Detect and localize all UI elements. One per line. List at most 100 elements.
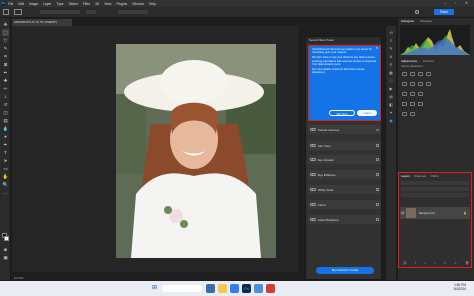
- exposure-icon[interactable]: [426, 72, 431, 76]
- brush-tool-icon[interactable]: ✏: [2, 85, 9, 92]
- menu-filter[interactable]: Filter: [83, 2, 90, 6]
- quick-mask-icon[interactable]: ◙: [2, 246, 9, 253]
- background-color-swatch[interactable]: [4, 236, 9, 241]
- tab-channels[interactable]: Channels: [414, 174, 426, 178]
- layer-filter-bar[interactable]: [401, 181, 469, 185]
- lasso-tool-icon[interactable]: ➰: [2, 37, 9, 44]
- blend-mode-select[interactable]: [401, 187, 469, 191]
- minimize-icon[interactable]: –: [444, 1, 446, 5]
- screen-mode-icon[interactable]: ▣: [2, 254, 9, 261]
- option-feather[interactable]: [86, 10, 96, 14]
- brushes-icon[interactable]: ✎: [388, 46, 394, 51]
- maximize-icon[interactable]: ▫: [455, 1, 456, 5]
- hue-saturation-icon[interactable]: [410, 82, 415, 86]
- history-brush-icon[interactable]: ↺: [2, 101, 9, 108]
- black-white-icon[interactable]: [426, 82, 431, 86]
- character-icon[interactable]: A: [388, 54, 394, 59]
- channel-mixer-icon[interactable]: [410, 92, 415, 96]
- link-layers-icon[interactable]: ⛓: [403, 261, 407, 265]
- option-fields[interactable]: [40, 10, 80, 14]
- i-agree-button[interactable]: I Agree: [357, 110, 377, 116]
- filter-toggle[interactable]: [310, 173, 316, 176]
- color-lookup-icon[interactable]: [418, 92, 423, 96]
- hand-tool-icon[interactable]: ✋: [2, 173, 9, 180]
- delete-layer-icon[interactable]: 🗑: [465, 261, 469, 265]
- close-icon[interactable]: ✕: [465, 1, 468, 5]
- document-tab[interactable]: ADH58IUPS-IS 16.7% (RGB/8*): [12, 19, 72, 26]
- layer-row[interactable]: 👁 Background 🔒: [400, 207, 470, 219]
- eraser-tool-icon[interactable]: ◫: [2, 109, 9, 116]
- fx-icon[interactable]: ƒ: [415, 261, 417, 265]
- marquee-tool-icon[interactable]: ⬚: [2, 29, 9, 36]
- posterize-icon[interactable]: [410, 102, 415, 106]
- blur-tool-icon[interactable]: 💧: [2, 125, 9, 132]
- filter-row[interactable]: Clean Backdrop: [308, 215, 381, 224]
- menu-view[interactable]: View: [104, 2, 111, 6]
- photoshop-taskbar-icon[interactable]: Ps: [242, 284, 251, 293]
- learn-icon[interactable]: ✦: [388, 110, 394, 115]
- tab-paths[interactable]: Paths: [431, 174, 438, 178]
- taskbar-search[interactable]: [162, 285, 202, 292]
- select-and-mask-button[interactable]: [118, 10, 148, 14]
- menu-3d[interactable]: 3D: [95, 2, 99, 6]
- tab-layers[interactable]: Layers: [401, 174, 410, 178]
- menu-type[interactable]: Type: [56, 2, 63, 6]
- crop-tool-icon[interactable]: ⌗: [2, 53, 9, 60]
- adjustment-layer-icon[interactable]: ◑: [434, 261, 436, 265]
- gradient-tool-icon[interactable]: ▤: [2, 117, 9, 124]
- vibrance-icon[interactable]: [402, 82, 407, 86]
- move-tool-icon[interactable]: ✥: [2, 21, 9, 28]
- menu-select[interactable]: Select: [69, 2, 78, 6]
- layer-comps-icon[interactable]: ◧: [388, 102, 394, 107]
- visibility-eye-icon[interactable]: 👁: [401, 211, 405, 215]
- properties-icon[interactable]: ≡: [388, 38, 394, 43]
- filter-row[interactable]: Eye Vessels: [308, 155, 381, 164]
- menu-image[interactable]: Image: [29, 2, 38, 6]
- levels-icon[interactable]: [410, 72, 415, 76]
- path-select-icon[interactable]: ➤: [2, 157, 9, 164]
- lock-row[interactable]: [401, 193, 469, 197]
- brightness-icon[interactable]: [402, 72, 407, 76]
- not-now-button[interactable]: Not Now: [329, 110, 355, 116]
- menu-edit[interactable]: Edit: [18, 2, 24, 6]
- info-icon[interactable]: ⓘ: [388, 78, 394, 83]
- search-icon[interactable]: [415, 10, 419, 14]
- filter-toggle[interactable]: [310, 128, 316, 131]
- shape-tool-icon[interactable]: ▭: [2, 165, 9, 172]
- tab-navigator[interactable]: Navigator: [420, 19, 432, 23]
- curves-icon[interactable]: [418, 72, 423, 76]
- group-icon[interactable]: ▭: [444, 261, 447, 265]
- tool-preset-icon[interactable]: [14, 9, 22, 15]
- filter-toggle[interactable]: [310, 203, 316, 206]
- threshold-icon[interactable]: [418, 102, 423, 106]
- quick-select-icon[interactable]: ✎: [2, 45, 9, 52]
- clock[interactable]: 1:50 PM 5/4/2024: [436, 283, 466, 291]
- invert-icon[interactable]: [402, 102, 407, 106]
- filter-toggle[interactable]: [310, 158, 316, 161]
- tab-libraries[interactable]: Libraries: [423, 59, 434, 63]
- filter-row[interactable]: White Teeth: [308, 185, 381, 194]
- menu-layer[interactable]: Layer: [43, 2, 51, 6]
- share-button[interactable]: Share: [434, 9, 454, 15]
- glyphs-icon[interactable]: @: [388, 94, 394, 99]
- task-view-icon[interactable]: [206, 284, 215, 293]
- filter-row[interactable]: Skin Tone: [308, 141, 381, 150]
- filter-row[interactable]: Portrait Volumes: [308, 125, 381, 134]
- selective-color-icon[interactable]: [410, 112, 415, 116]
- frame-tool-icon[interactable]: ⊠: [2, 61, 9, 68]
- dodge-tool-icon[interactable]: ●: [2, 133, 9, 140]
- paragraph-icon[interactable]: ¶: [388, 62, 394, 67]
- photo-filter-icon[interactable]: [402, 92, 407, 96]
- new-layer-icon[interactable]: ＋: [454, 261, 457, 265]
- gradient-map-icon[interactable]: [402, 112, 407, 116]
- pen-tool-icon[interactable]: ✒: [2, 141, 9, 148]
- menu-plugins[interactable]: Plugins: [116, 2, 127, 6]
- actions-icon[interactable]: ▶: [388, 86, 394, 91]
- app-icon[interactable]: [266, 284, 275, 293]
- tab-adjustments[interactable]: Adjustments: [401, 59, 417, 63]
- filter-toggle[interactable]: [310, 188, 316, 191]
- filter-row[interactable]: Eye Brilliance: [308, 170, 381, 179]
- home-icon[interactable]: [3, 9, 9, 15]
- menu-help[interactable]: Help: [149, 2, 156, 6]
- zoom-tool-icon[interactable]: 🔍: [2, 181, 9, 188]
